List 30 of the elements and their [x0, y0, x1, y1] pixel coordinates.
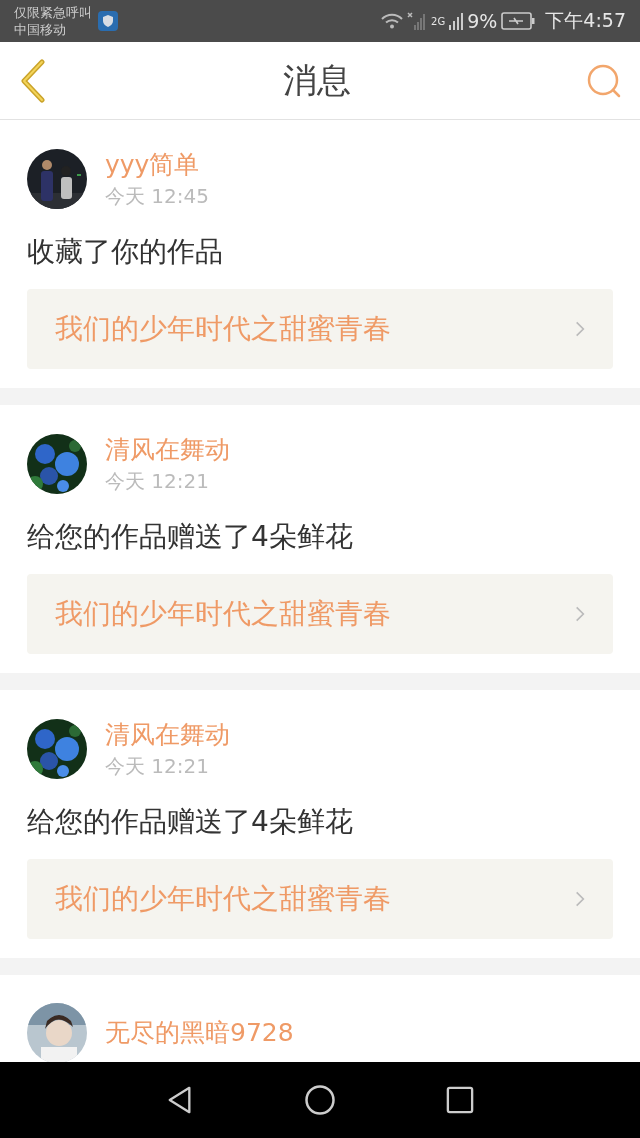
chevron-icon	[575, 605, 585, 623]
message-text: 收藏了你的作品	[27, 234, 224, 270]
user-name[interactable]: 清风在舞动	[105, 718, 230, 752]
message-text: 给您的作品赠送了4朵鲜花	[27, 804, 354, 840]
status-notice: 仅限紧急呼叫	[14, 4, 92, 21]
chevron-icon	[575, 890, 585, 908]
user-name[interactable]: 无尽的黑暗9728	[105, 1016, 294, 1050]
work-link[interactable]: 我们的少年时代之甜蜜青春	[27, 289, 613, 369]
timestamp: 今天 12:21	[105, 753, 210, 780]
no-signal-icon	[407, 12, 428, 30]
carrier-name: 中国移动	[14, 21, 67, 38]
user-name[interactable]: yyy简单	[105, 148, 209, 182]
back-nav-icon[interactable]	[166, 1084, 194, 1116]
work-link[interactable]: 我们的少年时代之甜蜜青春	[27, 574, 613, 654]
message-text: 给您的作品赠送了4朵鲜花	[27, 519, 354, 555]
page-title: 消息	[283, 58, 351, 102]
shield-icon	[98, 11, 118, 31]
network-type: 2G	[431, 16, 446, 27]
timestamp: 今天 12:21	[105, 468, 210, 495]
clock: 下午4:57	[545, 8, 626, 33]
battery-percent: 9%	[467, 10, 498, 32]
wifi-icon	[381, 13, 404, 29]
work-link[interactable]: 我们的少年时代之甜蜜青春	[27, 859, 613, 939]
timestamp: 今天 12:45	[105, 183, 209, 210]
battery-charging-icon	[501, 12, 536, 30]
recents-icon[interactable]	[446, 1086, 474, 1114]
signal-icon	[449, 12, 464, 30]
user-name[interactable]: 清风在舞动	[105, 433, 230, 467]
home-icon[interactable]	[304, 1084, 336, 1116]
chevron-icon	[575, 320, 585, 338]
